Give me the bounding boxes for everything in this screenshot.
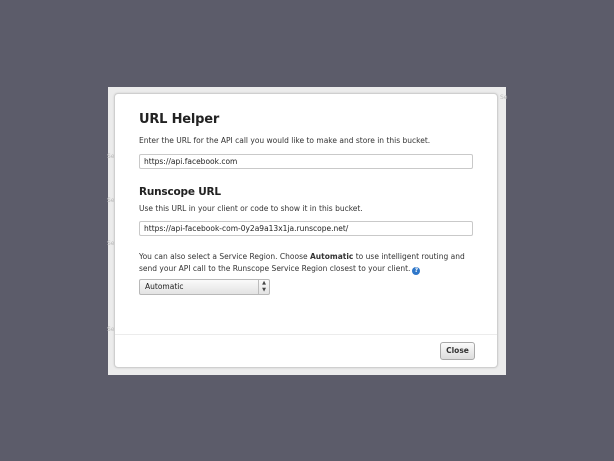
dialog-title: URL Helper — [139, 112, 220, 127]
service-region-value: Automatic — [145, 282, 184, 291]
dialog-body: URL Helper Enter the URL for the API cal… — [139, 111, 475, 295]
url-helper-dialog: URL Helper Enter the URL for the API cal… — [114, 93, 498, 368]
region-text-bold: Automatic — [310, 252, 354, 261]
runscope-url-heading: Runscope URL — [139, 186, 221, 198]
intro-text: Enter the URL for the API call you would… — [139, 136, 431, 145]
close-button[interactable]: Close — [440, 342, 475, 360]
region-text-part: You can also select a Service Region. Ch… — [139, 252, 310, 261]
background-text: Se — [500, 94, 508, 101]
updown-arrows-icon: ▲ ▼ — [258, 280, 269, 294]
service-region-text: You can also select a Service Region. Ch… — [139, 251, 475, 275]
runscope-url-description: Use this URL in your client or code to s… — [139, 204, 363, 213]
question-circle-icon[interactable]: ? — [412, 267, 421, 275]
runscope-url-input[interactable]: https://api-facebook-com-0y2a9a13x1ja.ru… — [139, 221, 473, 236]
service-region-select[interactable]: Automatic ▲ ▼ — [139, 279, 270, 295]
footer-divider — [115, 334, 497, 335]
source-url-input[interactable]: https://api.facebook.com — [139, 154, 473, 169]
